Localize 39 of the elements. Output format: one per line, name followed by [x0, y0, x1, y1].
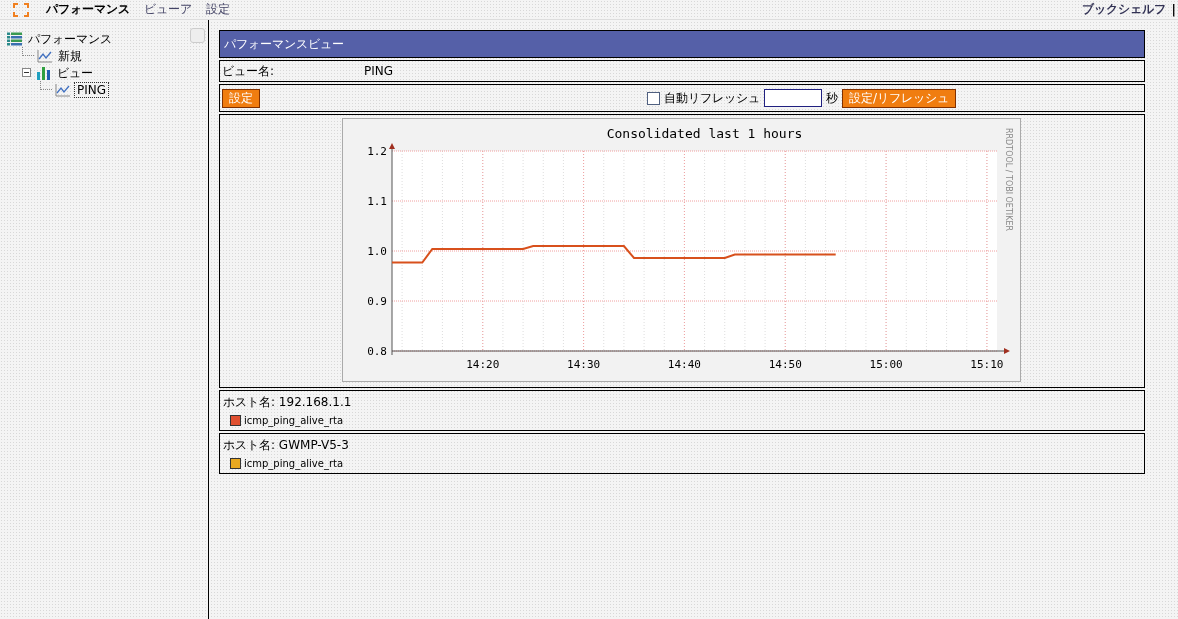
auto-refresh-checkbox[interactable]: [646, 91, 660, 105]
checkbox-label: 自動リフレッシュ: [663, 89, 760, 107]
host-name: ホスト名: 192.168.1.1: [223, 394, 353, 411]
bar-chart-icon: [36, 65, 52, 80]
collapse-toggle[interactable]: [22, 68, 33, 77]
y-tick-label: 1.1: [367, 195, 387, 208]
x-tick-label: 15:00: [869, 358, 903, 371]
panel-title: パフォーマンスビュー: [219, 30, 1145, 58]
line-chart-icon: [37, 48, 53, 63]
separator-mark: |: [1171, 2, 1176, 17]
y-tick-label: 0.9: [367, 295, 387, 308]
bookshelf-link[interactable]: ブックシェルフ: [1081, 1, 1166, 18]
menu-item[interactable]: パフォーマンス: [46, 1, 130, 18]
metric-name: icmp_ping_alive_rta: [244, 415, 344, 426]
menu-item[interactable]: ビューア: [144, 1, 192, 18]
x-tick-label: 14:20: [466, 358, 500, 371]
x-tick-label: 14:50: [768, 358, 802, 371]
chart-title: Consolidated last 1 hours: [606, 126, 803, 141]
chart-credit: RRDTOOL / TOBI OETIKER: [1004, 128, 1013, 232]
menu-item[interactable]: 設定: [206, 1, 230, 18]
logo-icon: [12, 1, 30, 18]
x-tick-label: 15:10: [970, 358, 1004, 371]
x-tick-label: 14:30: [567, 358, 601, 371]
y-tick-label: 1.0: [367, 245, 387, 258]
tree-item[interactable]: PING: [74, 81, 110, 98]
view-name-label: ビュー名:: [222, 62, 275, 80]
unit-label: 秒: [825, 89, 838, 107]
view-name: PING: [364, 64, 394, 78]
grid-icon: [7, 31, 23, 46]
host-name: ホスト名: GWMP-V5-3: [223, 437, 350, 454]
x-tick-label: 14:40: [667, 358, 701, 371]
interval-field[interactable]: [763, 89, 822, 107]
tree-item[interactable]: 新規: [56, 48, 84, 63]
y-tick-label: 1.2: [367, 145, 387, 158]
tree-item[interactable]: パフォーマンス: [26, 31, 114, 46]
metric-name: icmp_ping_alive_rta: [244, 458, 344, 469]
tree-item[interactable]: ビュー: [55, 65, 95, 80]
line-chart-icon: [55, 82, 71, 97]
y-tick-label: 0.8: [367, 345, 387, 358]
